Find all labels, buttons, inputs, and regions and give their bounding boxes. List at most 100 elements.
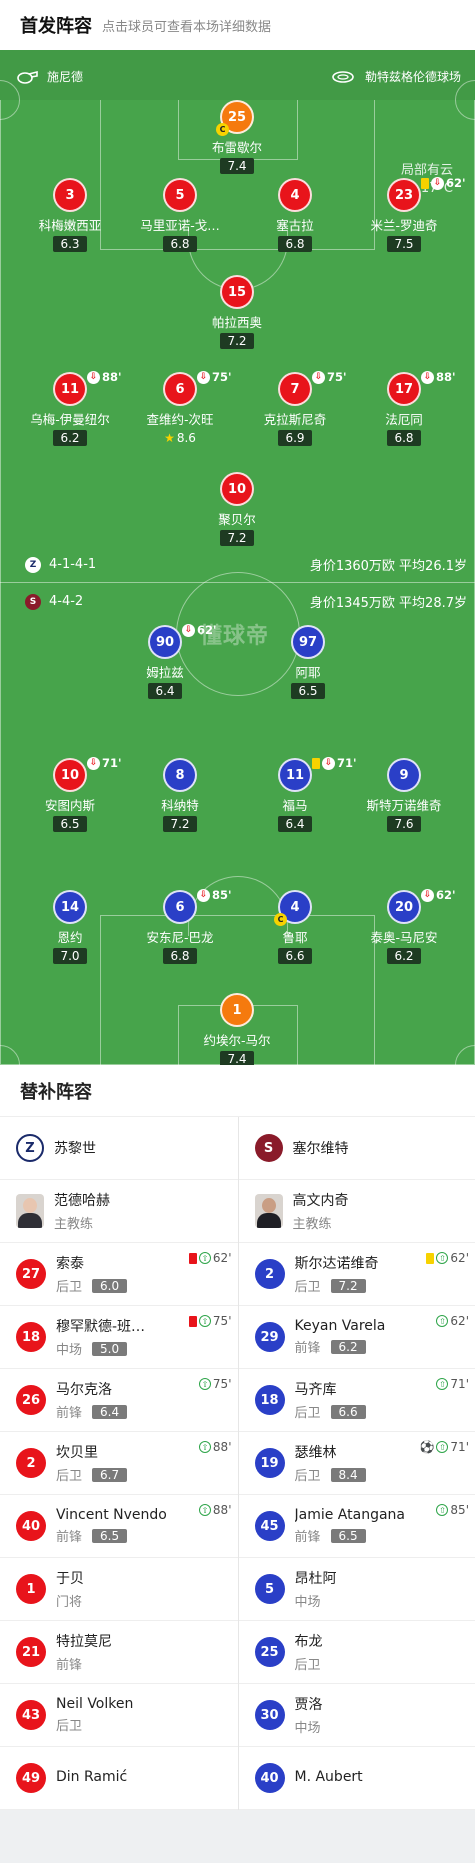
player-name: 帕拉西奥 — [211, 315, 262, 330]
player-rating: 6.4 — [278, 816, 312, 832]
away-player[interactable]: 20 ⇩ 62' 泰奥-马尼安 6.2 — [344, 888, 464, 964]
player-number: 40 — [16, 1511, 46, 1541]
home-player[interactable]: 15 帕拉西奥 7.2 — [177, 275, 297, 349]
player-rating: ★ 8.6 — [164, 431, 196, 445]
sub-player-row[interactable]: 18 马齐库 后卫 6.6 ⇧ 71' — [238, 1369, 475, 1432]
coach-row[interactable]: 高文内奇 主教练 — [238, 1180, 475, 1243]
away-player[interactable]: 9 斯特万诺维奇 7.6 — [344, 758, 464, 832]
sub-player-row[interactable]: 1 于贝 门将 — [0, 1558, 238, 1621]
sub-off-icon: ⇩ — [87, 756, 100, 770]
player-number: 5 — [254, 1574, 285, 1604]
sub-player-row[interactable]: 25 布龙 后卫 — [238, 1621, 475, 1684]
home-player[interactable]: 23 ⇩ 62' 米兰-罗迪奇 7.5 — [344, 176, 466, 252]
sub-player-row[interactable]: 21 特拉莫尼 前锋 — [0, 1621, 238, 1684]
player-position: 中场 — [294, 1595, 321, 1610]
home-player-goalkeeper[interactable]: 25 C 布雷歇尔 7.4 — [177, 100, 297, 174]
player-position: 后卫 — [294, 1658, 321, 1673]
lineup-header: 首发阵容 点击球员可查看本场详细数据 — [0, 0, 475, 50]
sub-player-row[interactable]: 18 穆罕默德-班… 中场 5.0 ⇧ 75' — [0, 1306, 238, 1369]
substitution-event: ⇩ 71' — [87, 756, 122, 770]
home-formation: 4-1-4-1 — [49, 557, 97, 572]
sub-event: ⇧ 88' — [198, 1503, 232, 1517]
player-position: 前锋 — [294, 1530, 321, 1545]
home-player[interactable]: 4 塞古拉 6.8 — [235, 178, 355, 252]
player-position: 中场 — [294, 1721, 321, 1736]
player-name: 法厄同 — [385, 412, 423, 427]
coach-avatar — [254, 1194, 283, 1228]
player-number: 15 — [220, 275, 254, 309]
player-number: 43 — [16, 1700, 46, 1730]
sub-player-row[interactable]: 40 Vincent Nvendo 前锋 6.5 ⇧ 88' — [0, 1495, 238, 1558]
subs-list: Z 苏黎世 范德哈赫 主教练 27 索泰 后卫 6.0 ⇧ 62' 18 穆罕默德-班…… — [0, 1117, 475, 1810]
sub-event: ⇧ 75' — [198, 1377, 232, 1391]
away-player[interactable]: 11 ⇩ 71' 福马 6.4 — [235, 756, 357, 832]
home-player[interactable]: 7 ⇩ 75' 克拉斯尼奇 6.9 — [235, 370, 355, 446]
sub-event: ⚽ ⇧ 71' — [419, 1440, 469, 1454]
player-number: 23 ⇩ 62' — [387, 176, 466, 212]
sub-player-row[interactable]: 30 贾洛 中场 — [238, 1684, 475, 1747]
player-number: 21 — [16, 1637, 46, 1667]
player-rating: 7.6 — [387, 816, 421, 832]
player-name: Neil Volken — [56, 1696, 134, 1712]
sub-player-row[interactable]: 26 马尔克洛 前锋 6.4 ⇧ 75' — [0, 1369, 238, 1432]
stadium-name: 勒特兹格伦德球场 — [364, 70, 461, 84]
away-player[interactable]: 10 ⇩ 71' 安图内斯 6.5 — [10, 756, 130, 832]
away-team-row[interactable]: S 塞尔维特 — [238, 1117, 475, 1180]
sub-player-row[interactable]: 19 瑟维林 后卫 8.4 ⚽ ⇧ 71' — [238, 1432, 475, 1495]
referee-name: 施尼德 — [47, 70, 84, 84]
home-player[interactable]: 6 ⇩ 75' 查维约-次旺 ★ 8.6 — [120, 370, 240, 446]
sub-player-row[interactable]: 2 斯尔达诺维奇 后卫 7.2 ⇧ 62' — [238, 1243, 475, 1306]
yellow-card-icon — [421, 177, 429, 189]
player-name: 约埃尔-马尔 — [203, 1033, 271, 1048]
sub-off-icon: ⇩ — [421, 370, 434, 384]
player-number: 29 — [254, 1322, 285, 1352]
away-player[interactable]: 6 ⇩ 85' 安东尼-巴龙 6.8 — [120, 888, 240, 964]
player-rating: 6.0 — [92, 1278, 128, 1293]
away-player[interactable]: 8 科纳特 7.2 — [120, 758, 240, 832]
sub-event: ⇧ 85' — [436, 1503, 469, 1517]
coach-row[interactable]: 范德哈赫 主教练 — [0, 1180, 238, 1243]
sub-on-icon: ⇧ — [436, 1315, 449, 1327]
player-name: 于贝 — [56, 1571, 84, 1587]
sub-player-row[interactable]: 2 坎贝里 后卫 6.7 ⇧ 88' — [0, 1432, 238, 1495]
home-team-logo-icon: Z — [16, 1134, 44, 1162]
player-name: 米兰-罗迪奇 — [370, 218, 438, 233]
player-rating: 6.7 — [92, 1467, 128, 1482]
sub-player-row[interactable]: 27 索泰 后卫 6.0 ⇧ 62' — [0, 1243, 238, 1306]
home-player[interactable]: 11 ⇩ 88' 乌梅-伊曼纽尔 6.2 — [10, 370, 130, 446]
sub-player-row[interactable]: 29 Keyan Varela 前锋 6.2 ⇧ 62' — [238, 1306, 475, 1369]
player-rating: 7.2 — [220, 333, 254, 349]
substitution-event: ⇩ 85' — [197, 888, 232, 902]
player-name: 坎贝里 — [56, 1445, 98, 1461]
sub-player-row[interactable]: 43 Neil Volken 后卫 — [0, 1684, 238, 1747]
sub-player-row[interactable]: 40 M. Aubert — [238, 1747, 475, 1810]
home-player[interactable]: 3 科梅嫩西亚 6.3 — [10, 178, 130, 252]
home-player[interactable]: 17 ⇩ 88' 法厄同 6.8 — [344, 370, 464, 446]
player-position: 前锋 — [56, 1406, 83, 1421]
away-player[interactable]: 4C 鲁耶 6.6 — [235, 890, 355, 964]
player-name: 鲁耶 — [282, 930, 308, 945]
sub-player-row[interactable]: 45 Jamie Atangana 前锋 6.5 ⇧ 85' — [238, 1495, 475, 1558]
home-player[interactable]: 5 马里亚诺-戈… 6.8 — [120, 178, 240, 252]
sub-on-icon: ⇧ — [436, 1378, 449, 1390]
player-number: 45 — [254, 1511, 285, 1541]
away-player-goalkeeper[interactable]: 1 约埃尔-马尔 7.4 — [177, 993, 297, 1065]
sub-player-row[interactable]: 49 Din Ramić — [0, 1747, 238, 1810]
away-player[interactable]: 97 阿耶 6.5 — [248, 625, 368, 699]
player-rating: 6.2 — [330, 1339, 366, 1354]
home-team-row[interactable]: Z 苏黎世 — [0, 1117, 238, 1180]
home-player[interactable]: 10 聚贝尔 7.2 — [177, 472, 297, 546]
player-rating: 6.8 — [163, 236, 197, 252]
player-name: 安东尼-巴龙 — [146, 930, 214, 945]
player-position: 中场 — [56, 1343, 83, 1358]
player-number: 10 — [220, 472, 254, 506]
player-number: 26 — [16, 1385, 46, 1415]
sub-player-row[interactable]: 5 昂杜阿 中场 — [238, 1558, 475, 1621]
player-position: 前锋 — [56, 1530, 83, 1545]
player-rating: 7.5 — [387, 236, 421, 252]
away-player[interactable]: 90 ⇩ 62' 姆拉兹 6.4 — [105, 623, 225, 699]
player-name: 查维约-次旺 — [146, 412, 214, 427]
away-player[interactable]: 14 恩约 7.0 — [10, 890, 130, 964]
sub-on-icon: ⇧ — [198, 1378, 211, 1390]
coach-avatar — [16, 1194, 44, 1228]
